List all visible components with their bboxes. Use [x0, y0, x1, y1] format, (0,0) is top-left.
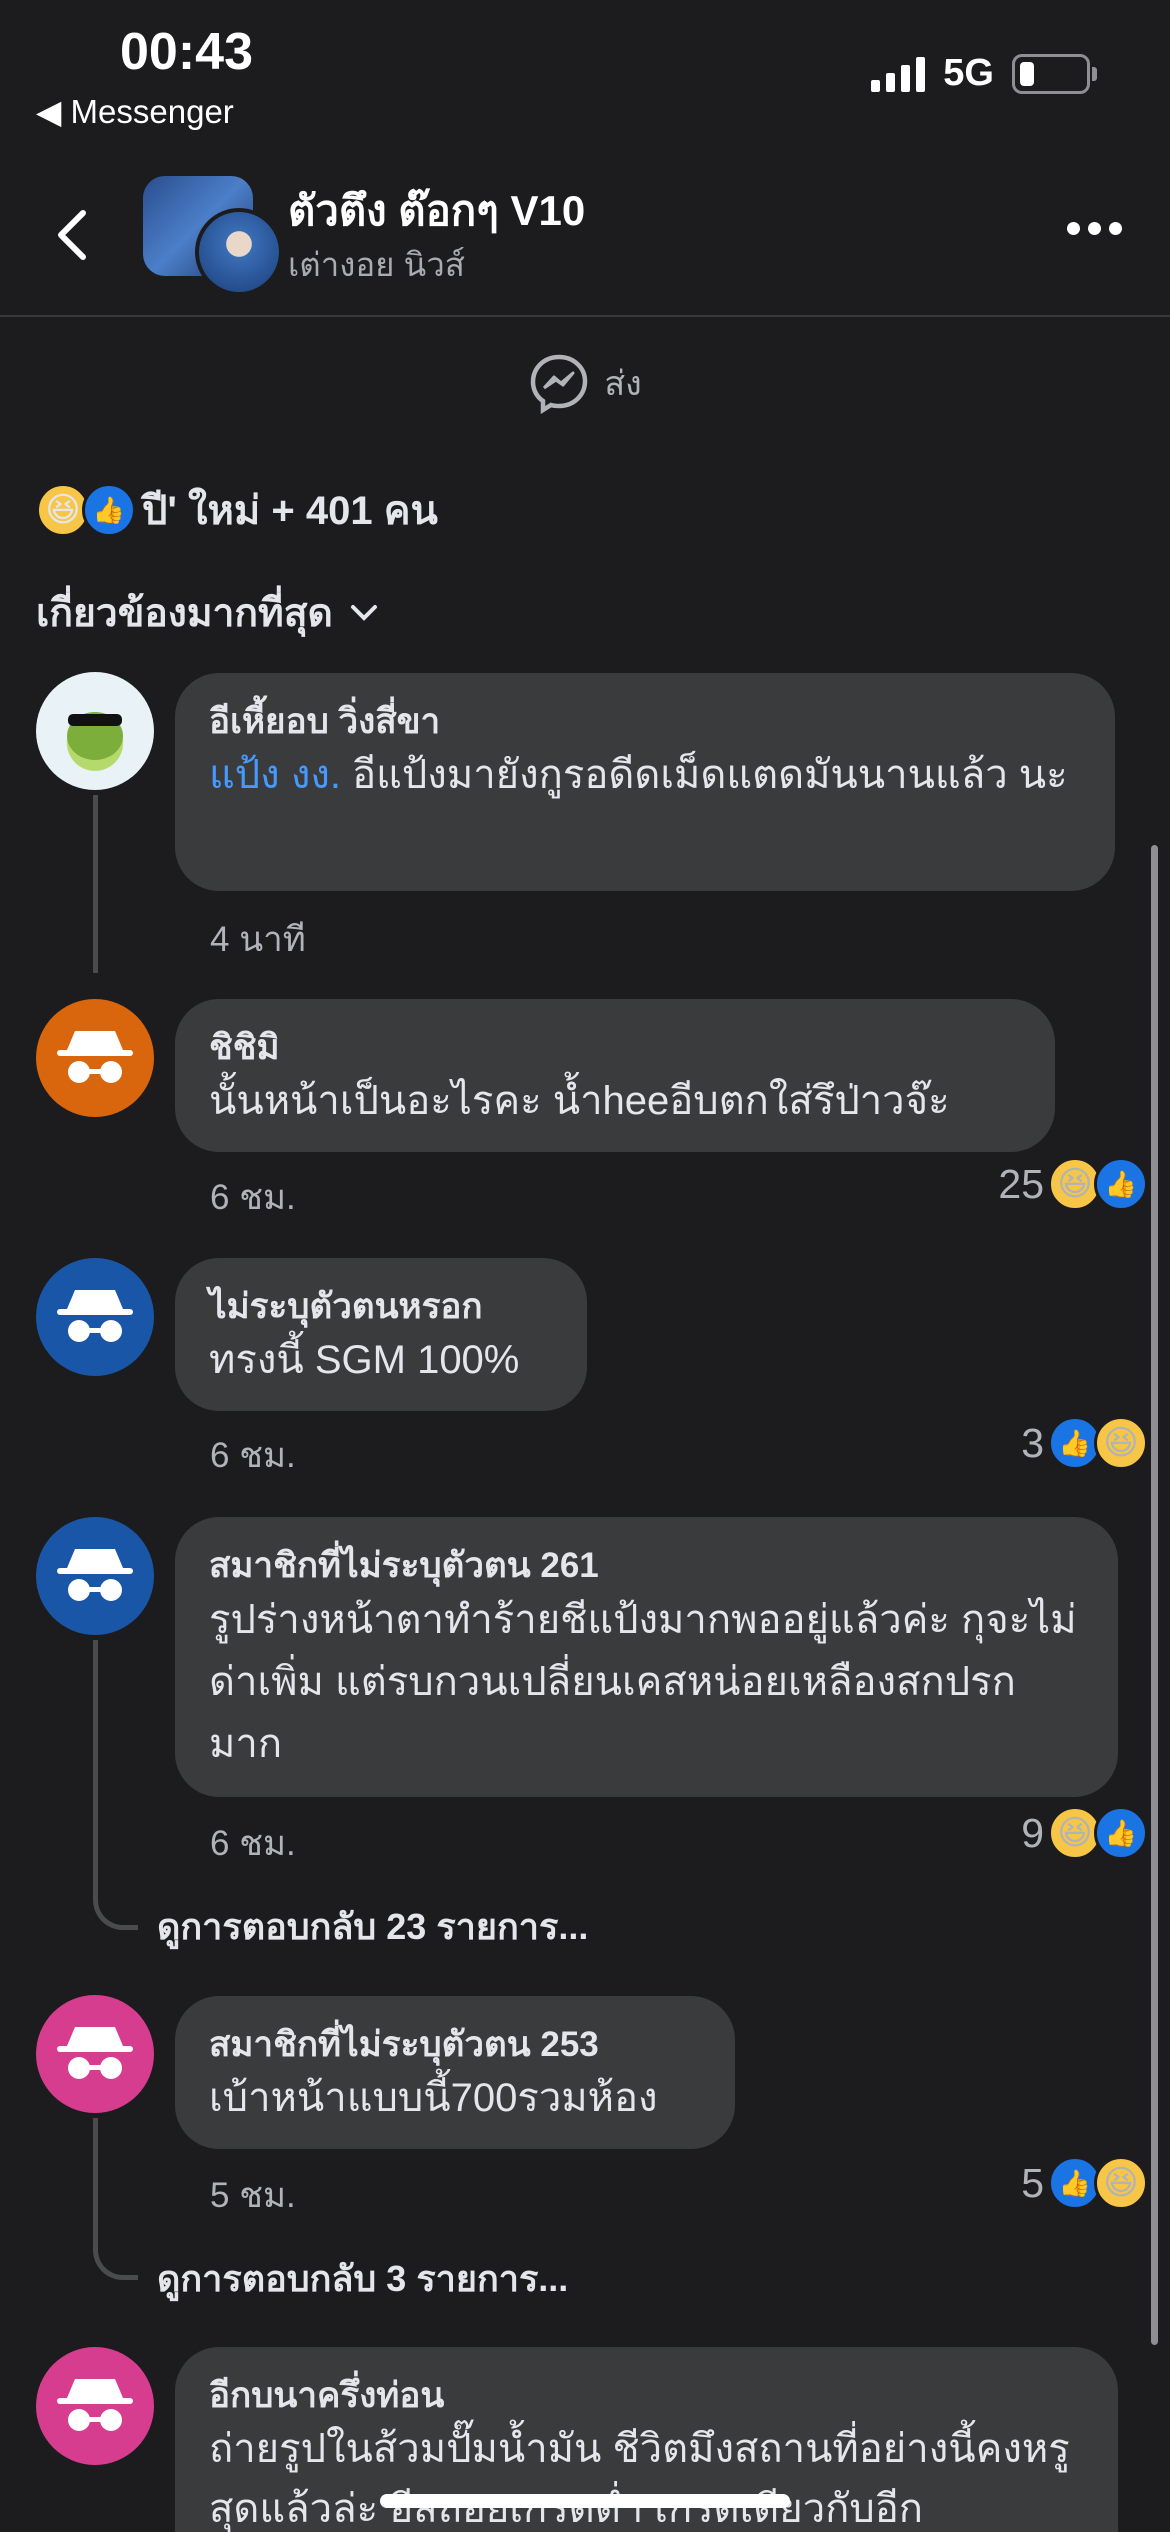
comment-text: รูปร่างหน้าตาทำร้ายชีแป้งมากพออยู่แล้วค่… [209, 1597, 1077, 1766]
anonymous-incognito-icon [57, 2027, 133, 2079]
chevron-down-icon [350, 605, 377, 621]
thread-curve [93, 2225, 138, 2280]
comment-text: ทรงนี้ SGM 100% [209, 1337, 520, 1382]
battery-icon [1012, 53, 1097, 94]
reaction-count: 5 [1021, 2159, 1044, 2206]
group-title[interactable]: ตัวตึง ต๊อกๆ V10 [288, 178, 585, 244]
comment-text: ถ่ายรูปในส้วมปั๊มน้ำมัน ชีวิตมึงสถานที่อ… [209, 2426, 1070, 2531]
comment-time[interactable]: 6 ชม. [210, 1428, 296, 1483]
reaction-count: 25 [998, 1160, 1044, 1207]
comment-bubble[interactable]: ไม่ระบุตัวตนหรอก ทรงนี้ SGM 100% [175, 1258, 587, 1411]
like-reaction-icon: 👍 [82, 483, 136, 537]
comment-text: นั้นหน้าเป็นอะไรคะ น้ำheeอีบตกใส่รึป่าวจ… [209, 1078, 950, 1123]
comment-author[interactable]: อีเหี้ยอบ วิ่งสี่ขา [209, 699, 1081, 745]
mention-link[interactable]: แป้ง งง. [209, 753, 341, 797]
comment-bubble[interactable]: สมาชิกที่ไม่ระบุตัวตน 261 รูปร่างหน้าตาท… [175, 1517, 1118, 1797]
sort-label: เกี่ยวข้องมากที่สุด [36, 592, 333, 635]
scrollbar[interactable] [1151, 845, 1158, 2345]
comment-author[interactable]: อีกบนาครึ่งท่อน [209, 2373, 1084, 2419]
comment-time[interactable]: 6 ชม. [210, 1816, 296, 1871]
comment-reactions[interactable]: 3 👍 😆 [1021, 1416, 1148, 1470]
share-label: ส่ง [604, 365, 642, 403]
comment-bubble[interactable]: สมาชิกที่ไม่ระบุตัวตน 253 เบ้าหน้าแบบนี้… [175, 1996, 735, 2149]
comment-time[interactable]: 6 ชม. [210, 1170, 296, 1225]
status-indicators: 5G [871, 52, 1097, 95]
comment-text: เบ้าหน้าแบบนี้700รวมห้อง [209, 2075, 658, 2120]
commenter-avatar[interactable] [36, 672, 154, 790]
anonymous-incognito-icon [57, 1290, 133, 1342]
page-name[interactable]: เต่างอย นิวส์ [288, 238, 465, 291]
anonymous-avatar[interactable] [36, 1517, 154, 1635]
messenger-icon [531, 354, 588, 414]
comment-author[interactable]: สมาชิกที่ไม่ระบุตัวตน 253 [209, 2022, 701, 2068]
anonymous-avatar[interactable] [36, 1258, 154, 1376]
share-button[interactable]: ส่ง [0, 352, 1170, 414]
network-type: 5G [943, 52, 994, 94]
anonymous-incognito-icon [57, 1031, 133, 1083]
anonymous-avatar[interactable] [36, 2347, 154, 2465]
crocodile-avatar-icon [67, 712, 123, 760]
thread-line [93, 795, 98, 973]
anonymous-avatar[interactable] [36, 999, 154, 1117]
thread-curve [93, 1875, 138, 1930]
like-reaction-icon: 👍 [1094, 1157, 1148, 1211]
back-to-messenger-link[interactable]: ◀ Messenger [36, 92, 234, 131]
comment-text: แป้ง งง. อีแป้งมายังกูรอดีดเม็ดแตดมันนาน… [209, 752, 1068, 797]
comment-time[interactable]: 4 นาที [210, 912, 306, 967]
comment-author[interactable]: ไม่ระบุตัวตนหรอก [209, 1284, 553, 1330]
comment-time[interactable]: 5 ชม. [210, 2168, 296, 2223]
like-reaction-icon: 👍 [1094, 1806, 1148, 1860]
comment-author[interactable]: ชิชิมิ [209, 1025, 1021, 1071]
reaction-count: 9 [1021, 1809, 1044, 1856]
comment-bubble[interactable]: ชิชิมิ นั้นหน้าเป็นอะไรคะ น้ำheeอีบตกใส่… [175, 999, 1055, 1152]
anonymous-incognito-icon [57, 2379, 133, 2431]
haha-reaction-icon: 😆 [1094, 1416, 1148, 1470]
reaction-count: 3 [1021, 1419, 1044, 1466]
comment-reactions[interactable]: 25 😆 👍 [998, 1157, 1148, 1211]
page-avatar[interactable] [195, 208, 283, 296]
more-options-icon[interactable] [1067, 222, 1122, 235]
back-chevron-icon[interactable] [45, 205, 105, 265]
comment-reactions[interactable]: 5 👍 😆 [1021, 2156, 1148, 2210]
reaction-summary-text: ปี' ใหม่ + 401 คน [142, 489, 438, 533]
comment-bubble[interactable]: อีเหี้ยอบ วิ่งสี่ขา แป้ง งง. อีแป้งมายัง… [175, 673, 1115, 891]
anonymous-avatar[interactable] [36, 1995, 154, 2113]
status-time: 00:43 [120, 23, 253, 81]
sort-dropdown[interactable]: เกี่ยวข้องมากที่สุด [36, 582, 379, 644]
comment-author[interactable]: สมาชิกที่ไม่ระบุตัวตน 261 [209, 1543, 1084, 1589]
anonymous-incognito-icon [57, 1549, 133, 1601]
reaction-summary[interactable]: 😆 👍 ปี' ใหม่ + 401 คน [36, 478, 438, 542]
home-indicator[interactable] [380, 2494, 790, 2508]
view-replies-link[interactable]: ดูการตอบกลับ 3 รายการ... [157, 2250, 568, 2307]
comment-reactions[interactable]: 9 😆 👍 [1021, 1806, 1148, 1860]
view-replies-link[interactable]: ดูการตอบกลับ 23 รายการ... [157, 1898, 588, 1955]
thread-line [93, 1640, 98, 1890]
thread-line [93, 2118, 98, 2238]
signal-icon [871, 56, 926, 92]
haha-reaction-icon: 😆 [1094, 2156, 1148, 2210]
